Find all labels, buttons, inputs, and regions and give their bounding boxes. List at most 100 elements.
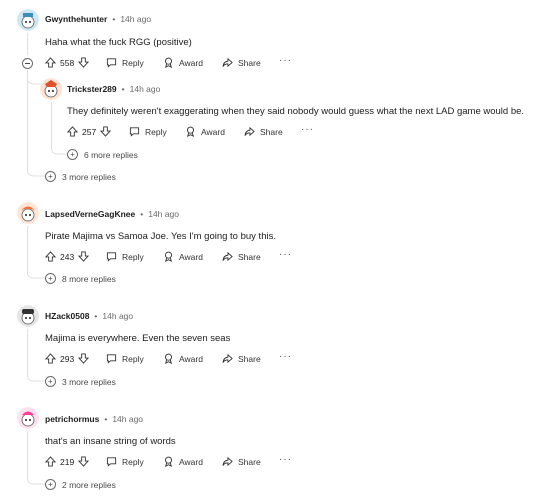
award-button[interactable]: Award [163,456,203,467]
plus-circle-icon: + [45,273,56,284]
comment-icon [106,457,117,467]
share-button[interactable]: Share [244,126,283,137]
username[interactable]: LapsedVerneGagKnee [45,209,135,219]
share-button[interactable]: Share [222,353,261,364]
vote-count: 257 [82,126,97,137]
share-label: Share [260,126,283,137]
comment-icon [129,127,140,137]
username[interactable]: Trickster289 [67,84,117,94]
reply-label: Reply [122,57,144,68]
timestamp[interactable]: 14h ago [102,311,133,321]
reply-button[interactable]: Reply [129,126,167,137]
upvote-icon[interactable] [45,251,56,262]
timestamp[interactable]: 14h ago [120,14,151,24]
separator-dot: • [94,311,98,321]
more-replies-label: 3 more replies [62,171,116,182]
more-replies-button[interactable]: + 3 more replies [45,171,116,182]
upvote-icon[interactable] [67,126,78,137]
reply-label: Reply [122,456,144,467]
share-icon [244,126,255,137]
reply-label: Reply [122,353,144,364]
comment-text: Haha what the fuck RGG (positive) [45,37,192,48]
separator-dot: • [112,14,116,24]
award-button[interactable]: Award [163,251,203,262]
share-button[interactable]: Share [222,57,261,68]
avatar[interactable] [40,78,62,100]
comment-icon [106,354,117,364]
downvote-icon[interactable] [78,57,90,68]
comment-text: They definitely weren't exaggerating whe… [67,106,525,117]
share-icon [222,456,233,467]
award-button[interactable]: Award [185,126,225,137]
vote-count: 243 [60,251,75,262]
reply-button[interactable]: Reply [106,456,144,467]
upvote-icon[interactable] [45,353,56,364]
award-icon [165,353,172,364]
reply-label: Reply [122,251,144,262]
award-icon [165,456,172,467]
timestamp[interactable]: 14h ago [148,209,179,219]
thread-line[interactable] [27,329,28,373]
award-button[interactable]: Award [163,353,203,364]
downvote-icon[interactable] [78,251,90,262]
more-replies-label: 6 more replies [84,149,138,160]
more-replies-button[interactable]: + 8 more replies [45,273,116,284]
award-button[interactable]: Award [163,57,203,68]
award-label: Award [201,126,225,137]
separator-dot: • [104,414,108,424]
share-label: Share [238,251,261,262]
username[interactable]: Gwynthehunter [45,14,107,24]
plus-circle-icon: + [45,479,56,490]
more-replies-button[interactable]: + 2 more replies [45,479,116,490]
collapse-thread-button[interactable] [22,58,33,69]
more-options-button[interactable]: ··· [279,249,292,260]
more-replies-label: 2 more replies [62,479,116,490]
share-label: Share [238,456,261,467]
upvote-icon[interactable] [45,57,56,68]
thread-line[interactable] [51,102,52,146]
vote-count: 293 [60,353,75,364]
comment-icon [106,252,117,262]
more-replies-connector [27,476,45,485]
timestamp[interactable]: 14h ago [112,414,143,424]
username[interactable]: HZack0508 [45,311,89,321]
vote-count: 219 [60,456,75,467]
thread-line[interactable] [27,33,28,55]
reply-button[interactable]: Reply [106,353,144,364]
plus-circle-icon: + [45,171,56,182]
more-options-button[interactable]: ··· [279,351,292,362]
username[interactable]: petrichormus [45,414,99,424]
reply-button[interactable]: Reply [106,251,144,262]
comment-icon [106,58,117,68]
thread-line[interactable] [27,431,28,476]
more-replies-label: 8 more replies [62,273,116,284]
avatar[interactable] [17,305,39,327]
avatar[interactable] [17,9,39,31]
reply-button[interactable]: Reply [106,57,144,68]
thread-line[interactable] [27,226,28,270]
award-label: Award [179,353,203,364]
award-label: Award [179,251,203,262]
share-button[interactable]: Share [222,251,261,262]
more-options-button[interactable]: ··· [279,55,292,66]
separator-dot: • [121,84,125,94]
downvote-icon[interactable] [78,456,90,467]
avatar[interactable] [17,407,39,429]
upvote-icon[interactable] [45,456,56,467]
timestamp[interactable]: 14h ago [130,84,161,94]
downvote-icon[interactable] [78,353,90,364]
plus-circle-icon: + [67,149,78,160]
plus-circle-icon: + [45,376,56,387]
more-replies-connector [27,373,45,382]
separator-dot: • [140,209,144,219]
more-options-button[interactable]: ··· [301,124,314,135]
more-options-button[interactable]: ··· [279,454,292,465]
share-button[interactable]: Share [222,456,261,467]
avatar[interactable] [17,202,39,224]
more-replies-connector [27,270,45,279]
comment-text: Pirate Majima vs Samoa Joe. Yes I'm goin… [45,231,276,242]
more-replies-button[interactable]: + 6 more replies [67,149,138,160]
downvote-icon[interactable] [100,126,112,137]
more-replies-connector [51,146,67,155]
more-replies-button[interactable]: + 3 more replies [45,376,116,387]
